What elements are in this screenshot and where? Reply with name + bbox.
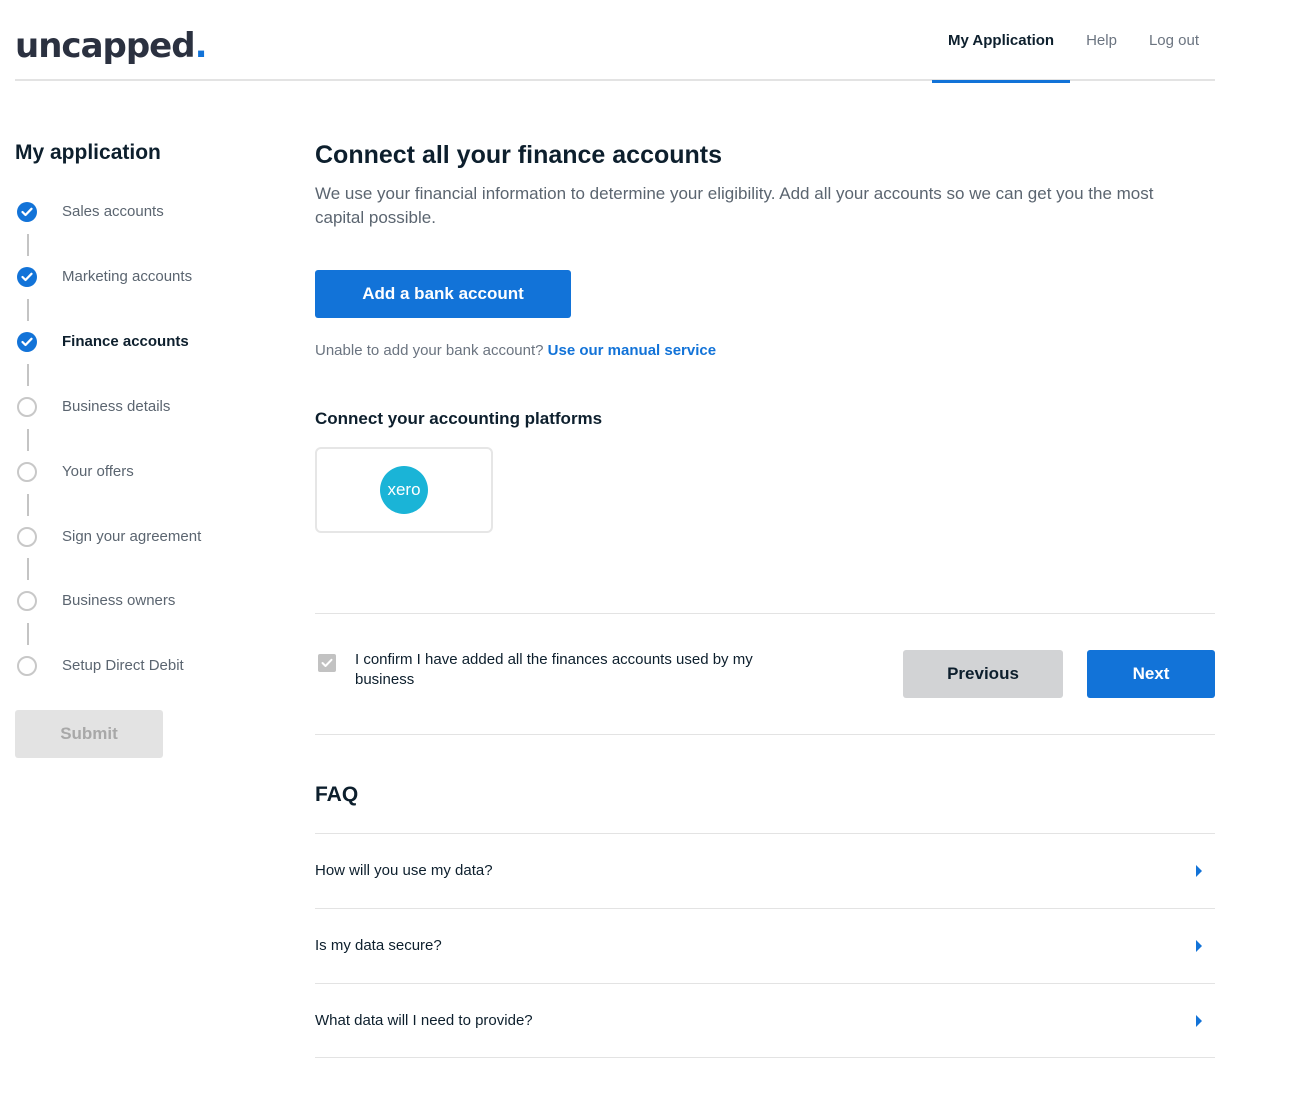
manual-prompt-text: Unable to add your bank account? (315, 342, 544, 359)
confirm-checkbox[interactable] (318, 654, 336, 672)
step-connector (27, 299, 29, 321)
empty-circle-icon (17, 656, 37, 676)
step-connector (27, 558, 29, 580)
caret-right-icon (1196, 940, 1202, 952)
step-connector (27, 234, 29, 256)
confirm-label: I confirm I have added all the finances … (355, 651, 753, 688)
add-bank-account-button[interactable]: Add a bank account (315, 270, 571, 318)
intro-text: We use your financial information to det… (315, 184, 1154, 227)
empty-circle-icon (17, 527, 37, 547)
sidebar-title: My application (15, 141, 161, 164)
step-label: Finance accounts (62, 333, 189, 350)
logo-text: uncapped (15, 26, 196, 66)
step-connector (27, 364, 29, 386)
step-business-details[interactable]: Business details (15, 397, 255, 419)
step-label: Marketing accounts (62, 268, 193, 285)
step-finance-accounts[interactable]: Finance accounts (15, 332, 255, 354)
nav-help[interactable]: Help (1070, 0, 1133, 81)
step-label: Business details (62, 398, 171, 415)
top-header: uncapped. My Application Help Log out (15, 0, 1215, 83)
nav-log-out[interactable]: Log out (1133, 0, 1215, 81)
step-connector (27, 494, 29, 516)
step-label: Sign your agreement (62, 528, 202, 545)
faq-question: What data will I need to provide? (315, 1012, 533, 1029)
step-your-offers[interactable]: Your offers (15, 462, 255, 484)
xero-logo-icon: xero (380, 466, 428, 514)
next-button[interactable]: Next (1087, 650, 1215, 698)
xero-connect-card[interactable]: xero (315, 447, 493, 533)
faq-title: FAQ (315, 783, 359, 806)
manual-service-prompt: Unable to add your bank account? Use our… (315, 342, 716, 359)
empty-circle-icon (17, 397, 37, 417)
step-sign-agreement[interactable]: Sign your agreement (15, 527, 255, 549)
divider (315, 734, 1215, 735)
step-label: Sales accounts (62, 203, 164, 220)
faq-item[interactable]: Is my data secure? (315, 908, 1215, 983)
check-circle-icon (17, 332, 37, 352)
accounting-platforms-title: Connect your accounting platforms (315, 409, 603, 428)
check-circle-icon (17, 202, 37, 222)
step-marketing-accounts[interactable]: Marketing accounts (15, 267, 255, 289)
step-sales-accounts[interactable]: Sales accounts (15, 202, 255, 224)
caret-right-icon (1196, 1015, 1202, 1027)
application-sidebar: My application Sales accounts Marketing … (15, 138, 265, 758)
submit-button[interactable]: Submit (15, 710, 163, 758)
faq-item[interactable]: What data will I need to provide? (315, 983, 1215, 1058)
main-content: Connect all your finance accounts We use… (315, 138, 1215, 1058)
faq-item[interactable]: How will you use my data? (315, 833, 1215, 908)
step-label: Your offers (62, 463, 134, 480)
divider (315, 613, 1215, 614)
step-business-owners[interactable]: Business owners (15, 591, 255, 613)
caret-right-icon (1196, 865, 1202, 877)
step-connector (27, 623, 29, 645)
logo-dot: . (194, 26, 208, 66)
faq-question: How will you use my data? (315, 862, 493, 879)
faq-question: Is my data secure? (315, 937, 442, 954)
manual-service-link[interactable]: Use our manual service (548, 342, 716, 359)
step-label: Setup Direct Debit (62, 657, 184, 674)
previous-button[interactable]: Previous (903, 650, 1063, 698)
page-title: Connect all your finance accounts (315, 141, 723, 169)
step-setup-direct-debit[interactable]: Setup Direct Debit (15, 656, 255, 678)
step-connector (27, 429, 29, 451)
uncapped-logo[interactable]: uncapped. (15, 26, 208, 66)
empty-circle-icon (17, 462, 37, 482)
step-label: Business owners (62, 592, 176, 609)
top-nav: My Application Help Log out (931, 0, 1215, 83)
nav-my-application[interactable]: My Application (931, 0, 1071, 83)
empty-circle-icon (17, 591, 37, 611)
check-circle-icon (17, 267, 37, 287)
